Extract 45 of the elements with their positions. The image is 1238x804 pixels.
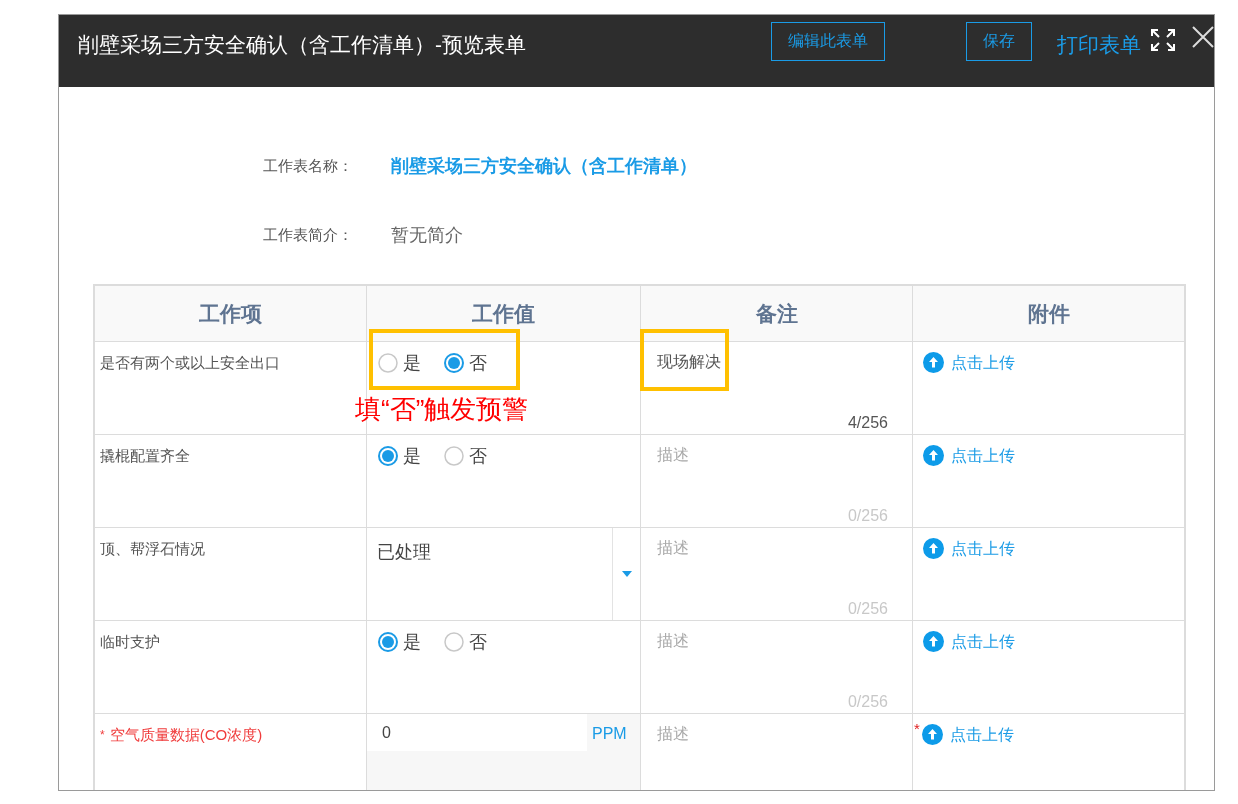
required-mark: * [100,727,105,744]
action-button[interactable]: 编辑此表单 [771,22,885,61]
radio-option[interactable]: 是 [378,353,421,373]
item-label: 空气质量数据(CO浓度) [109,725,263,745]
upload-icon [923,352,944,373]
radio-option[interactable]: 否 [444,446,487,466]
annotation-text: 填“否”触发预警 [355,394,529,425]
char-counter: 4/256 [847,413,888,433]
item-label: 撬棍配置齐全 [100,446,190,466]
field-label: 工作表简介： [263,225,354,245]
remark-field[interactable]: 描述 [657,723,691,745]
upload-icon [923,445,944,466]
remark-field[interactable]: 描述 [657,630,691,652]
unit-label: PPM [592,724,627,744]
column-header: 工作值 [472,300,535,327]
item-label: 是否有两个或以上安全出口 [100,353,280,373]
field-value: 暂无简介 [391,224,463,247]
expand-button[interactable] [1151,29,1175,51]
column-header: 附件 [1027,300,1070,327]
dialog-title: 削壁采场三方安全确认（含工作清单）-预览表单 [78,32,526,58]
caret-icon [621,571,632,577]
column-header: 备注 [755,300,798,327]
close-icon [1192,26,1214,48]
remark-field[interactable]: 现场解决 [657,351,723,373]
field-label: 工作表名称： [263,156,354,176]
upload-icon [923,631,944,652]
radio-option[interactable]: 是 [378,632,421,652]
upload-icon [923,538,944,559]
item-label: 临时支护 [100,632,160,652]
remark-field[interactable]: 描述 [657,444,691,466]
action-button[interactable]: 保存 [966,22,1032,61]
close-button[interactable] [1192,26,1214,48]
dropdown[interactable]: 已处理 [367,528,640,620]
radio-option[interactable]: 否 [444,353,487,373]
remark-field[interactable]: 描述 [657,537,691,559]
item-label: 顶、帮浮石情况 [100,539,205,559]
field-value: 削壁采场三方安全确认（含工作清单） [391,155,697,178]
upload-icon [921,724,943,745]
print-link[interactable]: 打印表单 [1057,32,1141,58]
radio-option[interactable]: 否 [444,632,487,652]
required-mark: * [914,722,920,736]
expand-icon [1151,29,1175,51]
radio-option[interactable]: 是 [378,446,421,466]
column-header: 工作项 [199,300,262,327]
number-input[interactable]: 0 [367,714,587,751]
